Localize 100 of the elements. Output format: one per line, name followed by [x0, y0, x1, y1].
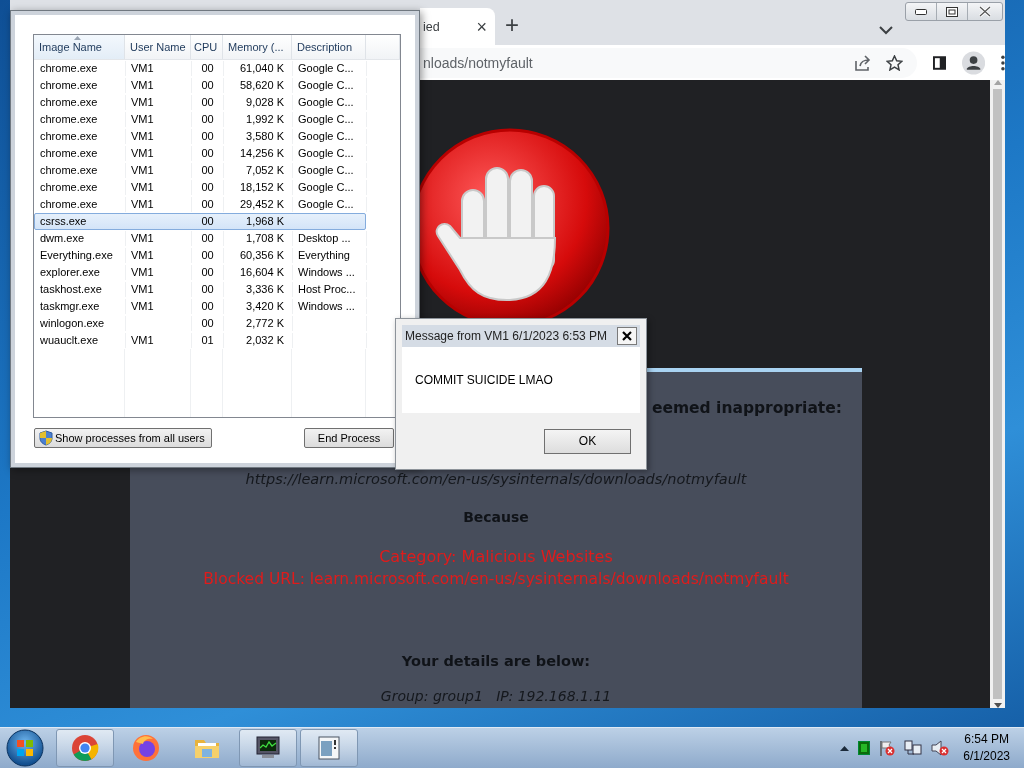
share-icon[interactable] — [853, 54, 872, 71]
table-cell: VM1 — [126, 197, 192, 212]
table-cell: VM1 — [126, 61, 192, 76]
tray-status-icon[interactable] — [858, 741, 871, 755]
table-cell-text: csrss.exe — [39, 214, 88, 229]
process-row[interactable]: chrome.exe VM1 00 58,620 K Google C... — [34, 77, 366, 94]
table-cell: taskmgr.exe — [35, 299, 126, 314]
table-cell: VM1 — [126, 129, 192, 144]
process-row[interactable]: chrome.exe VM1 00 1,992 K Google C... — [34, 111, 366, 128]
table-cell: winlogon.exe — [35, 316, 126, 331]
table-cell: VM1 — [126, 282, 192, 297]
table-cell: VM1 — [126, 333, 192, 348]
column-header[interactable]: Memory (... — [223, 35, 292, 59]
close-tab-button[interactable]: × — [476, 17, 487, 36]
table-cell: 00 — [192, 129, 224, 144]
restore-icon — [946, 6, 958, 17]
show-all-processes-button[interactable]: Show processes from all users — [34, 428, 212, 448]
new-tab-button[interactable]: + — [505, 13, 519, 37]
panel-heading: eemed inappropriate: — [650, 398, 843, 419]
process-row[interactable]: dwm.exe VM1 00 1,708 K Desktop ... — [34, 230, 366, 247]
speaker-muted-icon[interactable] — [931, 740, 950, 756]
table-cell: 18,152 K — [224, 180, 293, 195]
because-label: Because — [462, 508, 530, 527]
table-cell: 00 — [192, 282, 224, 297]
process-row[interactable]: winlogon.exe 00 2,772 K — [34, 315, 366, 332]
table-cell: 7,052 K — [224, 163, 293, 178]
menu-icon[interactable] — [1001, 54, 1005, 71]
window-icon — [315, 734, 343, 762]
table-cell: 00 — [192, 180, 224, 195]
close-button[interactable] — [617, 327, 637, 345]
table-cell: 29,452 K — [224, 197, 293, 212]
process-row[interactable]: taskhost.exe VM1 00 3,336 K Host Proc... — [34, 281, 366, 298]
process-row[interactable]: chrome.exe VM1 00 7,052 K Google C... — [34, 162, 366, 179]
start-button[interactable] — [6, 729, 44, 767]
taskbar-button[interactable] — [239, 729, 297, 767]
process-row[interactable]: chrome.exe VM1 00 61,040 K Google C... — [34, 60, 366, 77]
table-cell: explorer.exe — [35, 265, 126, 280]
ok-button[interactable]: OK — [544, 428, 631, 454]
table-cell: VM1 — [126, 163, 192, 178]
table-cell: taskhost.exe — [35, 282, 126, 297]
table-cell: 00 — [192, 146, 224, 161]
table-cell: Google C... — [293, 146, 367, 161]
table-cell: 60,356 K — [224, 248, 293, 263]
table-cell: Host Proc... — [293, 282, 367, 297]
table-cell: wuauclt.exe — [35, 333, 126, 348]
flag-error-icon[interactable] — [879, 740, 896, 756]
category-text: Category: Malicious Websites — [378, 546, 614, 568]
profile-icon[interactable] — [962, 50, 986, 75]
table-cell: 16,604 K — [224, 265, 293, 280]
star-icon[interactable] — [885, 54, 903, 71]
process-row[interactable]: csrss.exe 00 1,968 K — [34, 213, 366, 230]
table-cell: Everything — [293, 248, 367, 263]
firefox-icon — [132, 734, 160, 762]
process-row[interactable]: explorer.exe VM1 00 16,604 K Windows ... — [34, 264, 366, 281]
scrollbar[interactable] — [990, 80, 1005, 708]
process-row[interactable]: taskmgr.exe VM1 00 3,420 K Windows ... — [34, 298, 366, 315]
table-cell-text: 00 — [200, 214, 215, 229]
column-header[interactable]: CPU — [191, 35, 223, 59]
table-cell: VM1 — [126, 146, 192, 161]
process-row[interactable]: chrome.exe VM1 00 29,452 K Google C... — [34, 196, 366, 213]
process-row[interactable]: chrome.exe VM1 00 9,028 K Google C... — [34, 94, 366, 111]
end-process-button[interactable]: End Process — [304, 428, 394, 448]
table-cell: chrome.exe — [35, 129, 126, 144]
process-row[interactable]: chrome.exe VM1 00 14,256 K Google C... — [34, 145, 366, 162]
sort-arrow-icon — [74, 36, 81, 40]
table-cell: VM1 — [126, 248, 192, 263]
dialog-message: COMMIT SUICIDE LMAO — [415, 373, 553, 387]
table-cell: 3,420 K — [224, 299, 293, 314]
clock[interactable]: 6:54 PM 6/1/2023 — [963, 731, 1010, 765]
blocked-url-text: Blocked URL: learn.microsoft.com/en-us/sysinternals/downloads/notmyfault — [202, 569, 790, 590]
column-header[interactable]: Description — [292, 35, 366, 59]
process-row[interactable]: chrome.exe VM1 00 3,580 K Google C... — [34, 128, 366, 145]
side-panel-icon[interactable] — [932, 55, 946, 70]
table-cell: 14,256 K — [224, 146, 293, 161]
close-icon — [622, 331, 632, 341]
column-header[interactable]: Image Name — [34, 35, 125, 59]
browser-tab[interactable]: ied × — [420, 8, 495, 45]
process-row[interactable]: chrome.exe VM1 00 18,152 K Google C... — [34, 179, 366, 196]
table-cell: chrome.exe — [35, 61, 126, 76]
table-cell: Google C... — [293, 78, 367, 93]
scrollbar-thumb[interactable] — [993, 89, 1002, 699]
process-row[interactable]: wuauclt.exe VM1 01 2,032 K — [34, 332, 366, 349]
tab-title: ied — [423, 19, 441, 34]
column-header[interactable]: User Name — [125, 35, 191, 59]
table-cell: VM1 — [126, 265, 192, 280]
table-cell: chrome.exe — [35, 112, 126, 127]
process-row[interactable]: Everything.exe VM1 00 60,356 K Everything — [34, 247, 366, 264]
table-cell: 9,028 K — [224, 95, 293, 110]
network-icon[interactable] — [904, 740, 923, 756]
table-cell: 3,336 K — [224, 282, 293, 297]
shield-icon — [39, 430, 53, 446]
table-cell: Windows ... — [293, 299, 367, 314]
table-cell: 00 — [192, 248, 224, 263]
chrome-icon — [71, 734, 99, 762]
chevron-down-icon[interactable] — [879, 26, 893, 35]
clock-time: 6:54 PM — [964, 731, 1009, 748]
address-bar[interactable]: nloads/notmyfault — [420, 47, 917, 78]
table-cell: Google C... — [293, 112, 367, 127]
table-cell: 00 — [192, 163, 224, 178]
show-hidden-icons-icon[interactable] — [840, 745, 850, 751]
